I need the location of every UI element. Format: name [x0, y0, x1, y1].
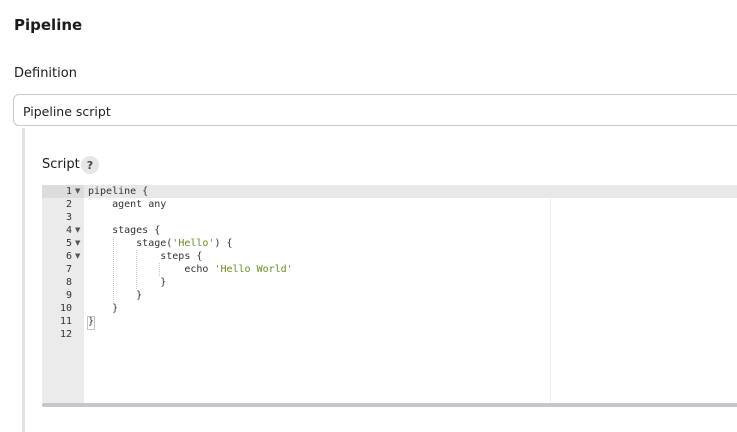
line-number: 2 — [65, 199, 72, 210]
code-line: steps { — [88, 251, 203, 262]
code-line: agent any — [88, 199, 167, 210]
script-label: Script — [42, 157, 80, 172]
definition-label: Definition — [14, 66, 77, 81]
code-line: } — [88, 303, 119, 314]
indent-guide — [159, 263, 160, 276]
chevron-down-icon[interactable]: ▼ — [75, 250, 80, 263]
indent-guide — [113, 237, 114, 302]
print-margin — [550, 198, 551, 403]
chevron-down-icon[interactable]: ▼ — [75, 185, 80, 198]
code-line: } — [88, 290, 143, 301]
line-number: 11 — [59, 316, 72, 327]
line-number: 9 — [65, 290, 72, 301]
indent-guide — [136, 250, 137, 289]
code-line: pipeline { — [88, 186, 149, 197]
line-number: 7 — [65, 264, 72, 275]
matching-brace-marker — [87, 316, 95, 330]
code-line: } — [88, 277, 167, 288]
definition-select[interactable]: Pipeline script — [13, 94, 737, 126]
line-number: 3 — [65, 212, 72, 223]
code-line: stage('Hello') { — [88, 238, 233, 249]
line-number: 6 — [65, 251, 72, 262]
pipeline-config-page: Pipeline Definition Pipeline script Scri… — [0, 0, 737, 432]
code-line: stages { — [88, 225, 161, 236]
script-editor[interactable]: 1 ▼ pipeline {2 agent any 3 4 ▼ stages {5 ▼ st… — [42, 185, 737, 407]
chevron-down-icon[interactable]: ▼ — [75, 237, 80, 250]
line-number: 10 — [59, 303, 72, 314]
help-icon[interactable]: ? — [81, 156, 99, 174]
code-line: echo 'Hello World' — [88, 264, 293, 275]
horizontal-scrollbar[interactable] — [42, 403, 737, 407]
line-number: 8 — [65, 277, 72, 288]
chevron-down-icon[interactable]: ▼ — [75, 224, 80, 237]
line-number: 4 — [65, 225, 72, 236]
line-number: 12 — [59, 329, 72, 340]
line-number: 1 — [65, 186, 72, 197]
section-title: Pipeline — [14, 16, 83, 34]
line-number: 5 — [65, 238, 72, 249]
nested-section-bar — [22, 128, 25, 432]
definition-select-value: Pipeline script — [23, 104, 111, 119]
